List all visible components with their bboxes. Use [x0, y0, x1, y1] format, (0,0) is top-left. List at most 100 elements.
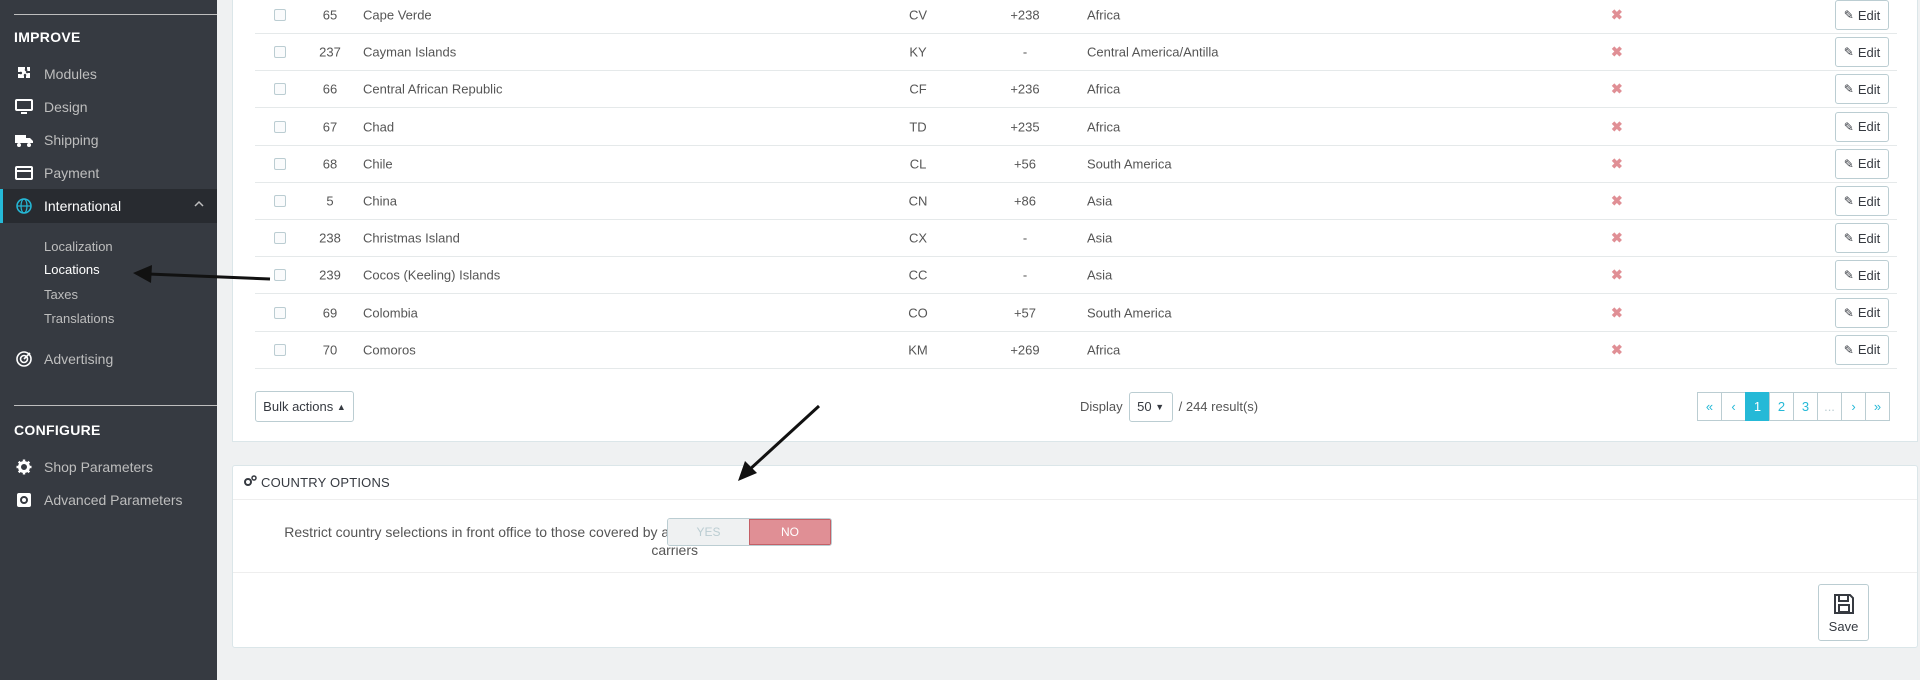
page-ellipsis: ...	[1817, 392, 1842, 421]
page-first[interactable]: «	[1697, 392, 1722, 421]
country-id: 67	[322, 119, 338, 135]
edit-button[interactable]: ✎ Edit	[1835, 297, 1889, 328]
monitor-icon	[14, 97, 34, 117]
table-row: 65 Cape Verde CV +238 Africa ✖ ✎ Edit	[255, 0, 1897, 34]
disabled-status-icon[interactable]: ✖	[1611, 118, 1623, 135]
edit-button[interactable]: ✎ Edit	[1835, 74, 1889, 105]
edit-button[interactable]: ✎ Edit	[1835, 334, 1889, 365]
section-title-improve: IMPROVE	[14, 29, 81, 45]
row-checkbox[interactable]	[274, 157, 286, 170]
country-iso: CF	[909, 81, 927, 97]
disabled-status-icon[interactable]: ✖	[1611, 81, 1623, 98]
disabled-status-icon[interactable]: ✖	[1611, 193, 1623, 210]
sidebar: IMPROVE Modules Design Shipping Payment …	[0, 0, 217, 680]
edit-button[interactable]: ✎ Edit	[1835, 111, 1889, 142]
edit-button[interactable]: ✎ Edit	[1835, 148, 1889, 179]
disabled-status-icon[interactable]: ✖	[1611, 341, 1623, 358]
row-checkbox[interactable]	[274, 46, 286, 59]
sidebar-item-international[interactable]: International	[0, 189, 217, 223]
pencil-icon: ✎	[1843, 194, 1854, 208]
country-zone: Africa	[1087, 81, 1121, 97]
table-row: 68 Chile CL +56 South America ✖ ✎ Edit	[255, 146, 1897, 183]
per-page-select[interactable]: 50 ▼	[1128, 391, 1173, 422]
credit-card-icon	[14, 163, 34, 183]
row-checkbox[interactable]	[274, 306, 286, 319]
bulk-actions-button[interactable]: Bulk actions ▲	[255, 391, 354, 422]
disabled-status-icon[interactable]: ✖	[1611, 267, 1623, 284]
page-3[interactable]: 3	[1793, 392, 1818, 421]
country-zone: South America	[1087, 305, 1172, 321]
save-button[interactable]: Save	[1818, 584, 1869, 641]
call-prefix: +269	[1010, 342, 1040, 358]
country-name: China	[363, 193, 397, 209]
row-checkbox[interactable]	[274, 232, 286, 245]
country-iso: CX	[908, 230, 928, 246]
sidebar-item-advanced-parameters[interactable]: Advanced Parameters	[0, 483, 217, 516]
restrict-country-switch[interactable]: YES NO	[667, 518, 832, 546]
call-prefix: +236	[1010, 81, 1040, 97]
sidebar-item-label: Shop Parameters	[44, 458, 153, 475]
cogs-icon	[243, 475, 257, 490]
call-prefix: +57	[1013, 305, 1037, 321]
edit-button[interactable]: ✎ Edit	[1835, 0, 1889, 30]
sidebar-subitem-translations[interactable]: Translations	[44, 311, 114, 326]
disabled-status-icon[interactable]: ✖	[1611, 44, 1623, 61]
sidebar-divider	[14, 405, 217, 406]
row-checkbox[interactable]	[274, 269, 286, 282]
country-id: 65	[322, 7, 338, 23]
country-id: 239	[319, 267, 341, 283]
country-zone: Central America/Antilla	[1087, 44, 1219, 60]
country-name: Comoros	[363, 342, 416, 358]
disabled-status-icon[interactable]: ✖	[1611, 7, 1623, 24]
page-2[interactable]: 2	[1769, 392, 1794, 421]
page-1[interactable]: 1	[1745, 392, 1770, 421]
page-next[interactable]: ›	[1841, 392, 1866, 421]
page-last[interactable]: »	[1865, 392, 1890, 421]
edit-button[interactable]: ✎ Edit	[1835, 223, 1889, 254]
advertising-icon	[14, 349, 34, 369]
edit-button[interactable]: ✎ Edit	[1835, 260, 1889, 291]
call-prefix: +238	[1010, 7, 1040, 23]
disabled-status-icon[interactable]: ✖	[1611, 230, 1623, 247]
sidebar-subitem-localization[interactable]: Localization	[44, 239, 113, 254]
sidebar-item-design[interactable]: Design	[0, 90, 217, 123]
disabled-status-icon[interactable]: ✖	[1611, 155, 1623, 172]
row-checkbox[interactable]	[274, 83, 286, 96]
row-checkbox[interactable]	[274, 120, 286, 133]
call-prefix: +235	[1010, 119, 1040, 135]
edit-button[interactable]: ✎ Edit	[1835, 186, 1889, 216]
sidebar-item-payment[interactable]: Payment	[0, 156, 217, 189]
country-zone: Africa	[1087, 342, 1121, 358]
row-checkbox[interactable]	[274, 343, 286, 356]
pencil-icon: ✎	[1843, 231, 1854, 246]
pagination-display: Display 50 ▼ / 244 result(s)	[1080, 391, 1258, 422]
sidebar-subitem-locations[interactable]: Locations	[44, 262, 100, 277]
sidebar-subitem-taxes[interactable]: Taxes	[44, 287, 78, 302]
country-iso: KY	[909, 44, 927, 60]
sidebar-item-label: Advertising	[44, 350, 114, 367]
globe-icon	[14, 196, 34, 216]
page-prev[interactable]: ‹	[1721, 392, 1746, 421]
table-row: 239 Cocos (Keeling) Islands CC - Asia ✖ ✎ Edit	[255, 257, 1897, 295]
country-id: 69	[322, 305, 338, 321]
table-row: 237 Cayman Islands KY - Central America/Anti…	[255, 34, 1897, 72]
country-name: Chad	[363, 119, 395, 135]
disabled-status-icon[interactable]: ✖	[1611, 304, 1623, 321]
table-row: 5 China CN +86 Asia ✖ ✎ Edit	[255, 183, 1897, 220]
edit-button[interactable]: ✎ Edit	[1835, 37, 1889, 68]
gear-icon	[14, 457, 34, 477]
chevron-up-icon	[193, 197, 205, 213]
call-prefix: +56	[1013, 156, 1037, 172]
switch-no[interactable]: NO	[749, 519, 831, 545]
country-iso: CO	[908, 305, 928, 321]
sidebar-item-shipping[interactable]: Shipping	[0, 123, 217, 156]
sidebar-divider	[14, 14, 217, 15]
card-title: COUNTRY OPTIONS	[261, 475, 390, 490]
floppy-disk-icon	[1832, 592, 1856, 619]
sidebar-item-modules[interactable]: Modules	[0, 57, 217, 90]
row-checkbox[interactable]	[274, 195, 286, 207]
row-checkbox[interactable]	[274, 9, 286, 21]
sidebar-item-shop-parameters[interactable]: Shop Parameters	[0, 450, 217, 483]
switch-yes[interactable]: YES	[668, 519, 749, 545]
sidebar-item-advertising[interactable]: Advertising	[0, 342, 217, 375]
